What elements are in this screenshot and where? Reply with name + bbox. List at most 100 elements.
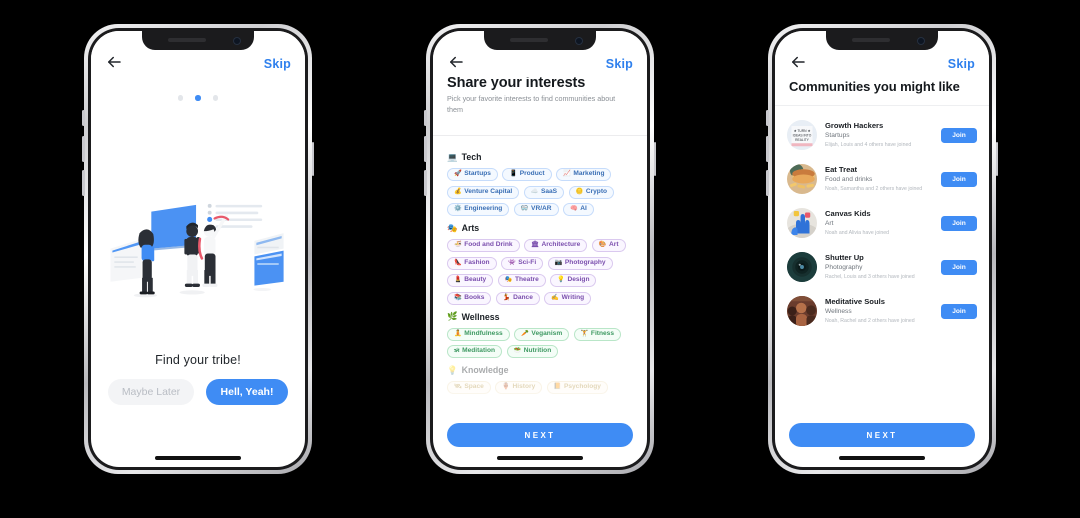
- phone3-volume-down: [766, 170, 769, 196]
- join-button[interactable]: Join: [941, 303, 977, 319]
- chip-label: Architecture: [541, 241, 581, 249]
- community-list[interactable]: ★ TURN ★ IDEAS INTO REALITY Growth Hackers S…: [775, 109, 989, 415]
- chip-label: Engineering: [464, 205, 503, 213]
- skip-button[interactable]: Skip: [606, 57, 633, 71]
- interest-chip[interactable]: 🏺 History: [495, 381, 543, 394]
- join-button[interactable]: Join: [941, 259, 977, 275]
- interest-chip[interactable]: 📷 Photography: [547, 256, 613, 270]
- interest-chip[interactable]: 🥕 Veganism: [514, 327, 570, 341]
- community-members-text: Rachel, Louis and 3 others have joined: [825, 273, 915, 280]
- chip-label: Veganism: [531, 329, 563, 337]
- interest-chip[interactable]: 🚀 Startups: [447, 168, 498, 181]
- interest-chip[interactable]: 🪙 Crypto: [568, 185, 615, 199]
- category-label: Tech: [461, 152, 482, 162]
- next-button[interactable]: NEXT: [447, 423, 633, 447]
- back-arrow-icon[interactable]: [105, 53, 123, 71]
- interest-chip[interactable]: ✍ Writing: [544, 291, 592, 305]
- chip-emoji-icon: 🥕: [521, 329, 529, 337]
- screen2-header: Share your interests Pick your favorite …: [433, 75, 647, 116]
- svg-text:REALITY: REALITY: [795, 138, 810, 142]
- interest-chip[interactable]: 🥗 Nutrition: [506, 345, 559, 358]
- pagination-dot-1[interactable]: [177, 95, 184, 101]
- interest-chip[interactable]: 🍜 Food and Drink: [447, 239, 520, 252]
- interest-chip[interactable]: 📱 Product: [502, 168, 552, 181]
- screen-share-your-interests: Skip Share your interests Pick your favo…: [433, 31, 647, 467]
- interest-chip[interactable]: 📙 Psychology: [546, 381, 608, 394]
- chip-group-arts: 🍜 Food and Drink 🏛 Architecture 🎨 Art 👠 Fashion…: [447, 239, 633, 305]
- chip-emoji-icon: 👠: [454, 258, 462, 266]
- interest-chip[interactable]: 🏋 Fitness: [573, 327, 622, 341]
- chip-emoji-icon: 🥗: [513, 347, 522, 355]
- chip-label: Food and Drink: [464, 241, 513, 249]
- home-indicator: [497, 456, 583, 460]
- phone3-power-button: [995, 142, 998, 176]
- phone2-bezel: Skip Share your interests Pick your favo…: [430, 28, 650, 470]
- join-button[interactable]: Join: [941, 127, 977, 143]
- community-info: Meditative Souls Wellness Noah, Rachel and…: [825, 297, 933, 324]
- interest-chip[interactable]: ☁️ SaaS: [523, 185, 565, 199]
- header-divider: [775, 105, 989, 106]
- front-camera-icon: [233, 36, 241, 45]
- community-row[interactable]: Shutter Up Photography Rachel, Louis and 3…: [787, 245, 977, 289]
- chip-emoji-icon: 🛰: [454, 383, 462, 391]
- chip-emoji-icon: ⚙️: [454, 205, 462, 213]
- interest-chip[interactable]: 🎨 Art: [591, 239, 626, 252]
- category-emoji-icon: 💡: [447, 364, 458, 375]
- interest-chip[interactable]: 📈 Marketing: [556, 168, 612, 181]
- back-arrow-icon[interactable]: [447, 53, 465, 71]
- join-button[interactable]: Join: [941, 215, 977, 231]
- back-arrow-icon[interactable]: [789, 53, 807, 71]
- interest-chip[interactable]: 🎭 Theatre: [497, 274, 546, 287]
- interest-chip[interactable]: 🛰 Space: [447, 381, 491, 394]
- front-camera-icon: [575, 36, 583, 45]
- category-label: Knowledge: [461, 365, 509, 375]
- chip-emoji-icon: 💡: [557, 276, 565, 284]
- chip-emoji-icon: ☁️: [530, 187, 539, 195]
- chip-group-wellness: 🧘 Mindfulness 🥕 Veganism 🏋 Fitness 🕉 Meditation…: [447, 327, 633, 358]
- chip-emoji-icon: 📈: [563, 170, 571, 178]
- community-row[interactable]: Meditative Souls Wellness Noah, Rachel and…: [787, 289, 977, 333]
- interest-chip[interactable]: ⚙️ Engineering: [447, 203, 510, 216]
- maybe-later-button[interactable]: Maybe Later: [108, 379, 194, 405]
- community-row[interactable]: Canvas Kids Art Noah and Alivia have joine…: [787, 201, 977, 245]
- skip-button[interactable]: Skip: [264, 57, 291, 71]
- community-row[interactable]: ★ TURN ★ IDEAS INTO REALITY Growth Hackers S…: [787, 113, 977, 157]
- interest-chip[interactable]: 🧘 Mindfulness: [447, 327, 510, 341]
- chip-label: Marketing: [573, 170, 605, 178]
- join-button[interactable]: Join: [941, 171, 977, 187]
- community-category: Food and drinks: [825, 175, 873, 183]
- category-header-wellness: 🌿 Wellness: [447, 312, 633, 322]
- interest-chip[interactable]: 🧠 AI: [563, 203, 594, 216]
- community-members-text: Elijah, Louis and 4 others have joined: [825, 141, 912, 148]
- phone3-notch: [826, 31, 938, 50]
- phone2-notch: [484, 31, 596, 50]
- screen1-cta-row: Maybe Later Hell, Yeah!: [91, 379, 305, 405]
- category-label: Arts: [461, 223, 480, 233]
- chip-label: Dance: [513, 293, 533, 301]
- interest-chip[interactable]: 👠 Fashion: [447, 256, 497, 270]
- skip-button[interactable]: Skip: [948, 57, 975, 71]
- interest-chip[interactable]: 💡 Design: [550, 274, 597, 287]
- interest-chip[interactable]: 💃 Dance: [495, 291, 540, 305]
- category-emoji-icon: 💻: [447, 151, 458, 162]
- community-row[interactable]: Eat Treat Food and drinks Noah, Samantha a…: [787, 157, 977, 201]
- interest-chip[interactable]: 👾 Sci-Fi: [501, 256, 544, 270]
- interest-chip[interactable]: 🏛 Architecture: [524, 239, 588, 252]
- interest-chip[interactable]: 🥽 VR/AR: [513, 203, 559, 216]
- community-info: Eat Treat Food and drinks Noah, Samantha a…: [825, 165, 933, 192]
- chip-group-knowledge: 🛰 Space 🏺 History 📙 Psychology: [447, 381, 633, 394]
- pagination-dot-3[interactable]: [212, 95, 219, 101]
- interest-chip[interactable]: 📚 Books: [447, 291, 492, 305]
- interest-chip[interactable]: 💄 Beauty: [447, 274, 494, 287]
- interest-chip[interactable]: 💰 Venture Capital: [447, 185, 520, 199]
- pagination-dot-2-active[interactable]: [195, 95, 201, 101]
- phone-mockup-2: Skip Share your interests Pick your favo…: [424, 24, 656, 474]
- screen-communities: Skip Communities you might like ★ TURN ★…: [775, 31, 989, 467]
- phone2-volume-down: [424, 170, 427, 196]
- interests-scroll-area[interactable]: 💻 Tech 🚀 Startups 📱 Product 📈 Marketing 💰 Venture…: [433, 139, 647, 415]
- interest-chip[interactable]: 🕉 Meditation: [447, 345, 503, 358]
- chip-label: Nutrition: [523, 347, 552, 355]
- next-button[interactable]: NEXT: [789, 423, 975, 447]
- hell-yeah-button[interactable]: Hell, Yeah!: [206, 379, 288, 405]
- community-avatar: [787, 164, 817, 194]
